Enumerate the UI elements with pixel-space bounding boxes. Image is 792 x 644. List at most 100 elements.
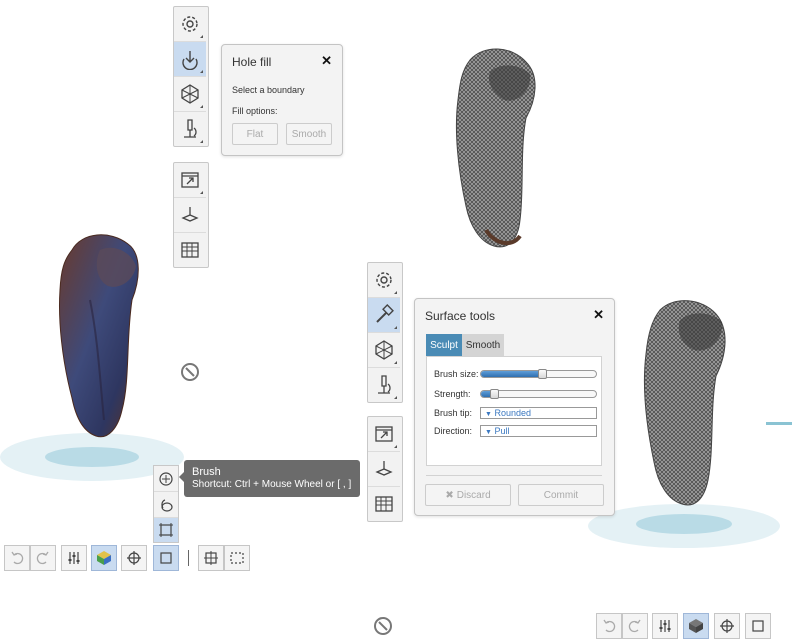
deselect-button[interactable]	[224, 545, 250, 571]
hole-fill-icon	[182, 51, 198, 70]
caret-down-icon: ▼	[485, 411, 492, 418]
direction-label: Direction:	[434, 426, 473, 436]
export-tool-button[interactable]	[174, 163, 206, 198]
polygon-mesh-icon	[181, 84, 199, 104]
smooth-fill-button[interactable]: Smooth	[286, 123, 332, 145]
hole-fill-title: Hole fill	[232, 55, 272, 69]
close-icon: ✖	[445, 489, 454, 501]
table-icon	[181, 242, 199, 258]
brush-select-button[interactable]	[154, 466, 178, 492]
target-button[interactable]	[121, 545, 147, 571]
redo-button[interactable]	[30, 545, 56, 571]
tooltip-shortcut: Shortcut: Ctrl + Mouse Wheel or [ , ]	[192, 479, 352, 490]
vertical-toolbar-middle-lower	[367, 416, 403, 522]
dashed-rectangle-icon	[230, 552, 244, 564]
vertical-toolbar-middle	[367, 262, 403, 403]
crosshair-icon	[720, 619, 734, 633]
brush-tip-value: Rounded	[494, 408, 531, 418]
inspect-tool-button[interactable]	[174, 112, 206, 146]
select-all-button[interactable]	[198, 545, 224, 571]
undo-icon	[603, 619, 616, 633]
target-button-right[interactable]	[714, 613, 740, 639]
undo-button-right[interactable]	[596, 613, 622, 639]
rectangle-select-toolbar-button-right[interactable]	[745, 613, 771, 639]
tab-smooth[interactable]: Smooth	[462, 334, 504, 356]
mesh-cube-icon	[689, 619, 703, 633]
rectangle-select-icon	[159, 523, 173, 537]
microscope-icon	[184, 119, 197, 138]
rotate-view-icon	[181, 363, 199, 381]
rotate-view-icon-bottom	[374, 617, 392, 635]
brush-size-label: Brush size:	[434, 369, 479, 379]
brush-tip-select[interactable]: ▼ Rounded	[480, 407, 597, 419]
stage-tool-button[interactable]	[174, 198, 206, 233]
divider	[426, 475, 602, 476]
rectangle-select-icon	[160, 552, 172, 564]
vertical-toolbar-top-left	[173, 6, 209, 147]
mesh-tool-button[interactable]	[174, 77, 206, 112]
brush-size-fill	[481, 371, 542, 377]
mesh-tool-button-2[interactable]	[368, 333, 400, 368]
table-icon	[375, 496, 393, 512]
settings-tool-button-2[interactable]	[368, 263, 400, 298]
crosshair-icon	[127, 551, 141, 565]
strength-label: Strength:	[434, 389, 471, 399]
select-all-icon	[204, 551, 218, 565]
lasso-icon	[161, 498, 173, 512]
brush-circle-icon	[159, 471, 173, 486]
table-tool-button[interactable]	[174, 233, 206, 267]
tooltip-title: Brush	[192, 466, 221, 478]
render-mode-button[interactable]	[91, 545, 117, 571]
selection-tool-stack	[153, 465, 179, 543]
vertical-toolbar-top-left-lower	[173, 162, 209, 268]
commit-button[interactable]: Commit	[518, 484, 604, 506]
hole-fill-close-button[interactable]: ✕	[321, 53, 332, 69]
render-mode-button-right[interactable]	[683, 613, 709, 639]
tooltip-arrow	[179, 472, 184, 482]
strength-thumb[interactable]	[490, 389, 500, 399]
color-cube-icon	[97, 551, 111, 565]
hole-fill-tool-button[interactable]	[174, 42, 206, 77]
export-icon	[181, 172, 199, 188]
rectangle-select-toolbar-button[interactable]	[153, 545, 179, 571]
direction-select[interactable]: ▼ Pull	[480, 425, 597, 437]
discard-label: Discard	[456, 489, 491, 501]
flat-fill-button[interactable]: Flat	[232, 123, 278, 145]
gear-icon	[182, 16, 198, 32]
export-tool-button-2[interactable]	[368, 417, 400, 452]
sliders-icon	[68, 552, 80, 564]
rectangle-select-button[interactable]	[154, 518, 178, 542]
table-tool-button-2[interactable]	[368, 487, 400, 521]
rectangle-select-icon	[752, 620, 764, 632]
export-icon	[375, 426, 393, 442]
surface-tools-panel: Surface tools ✕ Sculpt Smooth Brush size…	[414, 298, 615, 516]
sculpt-settings-box: Brush size: Strength: Brush tip: ▼ Round…	[426, 356, 602, 466]
adjust-button-right[interactable]	[652, 613, 678, 639]
left-platform-inner	[45, 447, 139, 467]
inspect-tool-button-2[interactable]	[368, 368, 400, 402]
right-platform-inner	[636, 514, 732, 534]
brush-size-thumb[interactable]	[538, 369, 547, 379]
redo-icon	[36, 551, 49, 565]
undo-button[interactable]	[4, 545, 30, 571]
stage-tool-button-2[interactable]	[368, 452, 400, 487]
brush-tooltip: Brush Shortcut: Ctrl + Mouse Wheel or [ …	[179, 460, 360, 497]
direction-value: Pull	[494, 426, 510, 436]
lasso-select-button[interactable]	[154, 492, 178, 518]
undo-icon	[11, 551, 24, 565]
discard-button[interactable]: ✖ Discard	[425, 484, 511, 506]
surface-tools-close-button[interactable]: ✕	[593, 307, 604, 323]
redo-icon	[628, 619, 641, 633]
adjust-button[interactable]	[61, 545, 87, 571]
hole-fill-panel: Hole fill ✕ Select a boundary Fill optio…	[221, 44, 343, 156]
redo-button-right[interactable]	[622, 613, 648, 639]
caret-down-icon: ▼	[485, 429, 492, 436]
gear-icon	[376, 272, 392, 288]
layers-icon	[181, 207, 199, 222]
settings-tool-button[interactable]	[174, 7, 206, 42]
tab-sculpt[interactable]: Sculpt	[426, 334, 462, 356]
surface-tools-title: Surface tools	[425, 309, 496, 323]
polygon-mesh-icon	[375, 340, 393, 360]
toolbar-separator	[188, 550, 189, 566]
surface-tools-button[interactable]	[368, 298, 400, 333]
